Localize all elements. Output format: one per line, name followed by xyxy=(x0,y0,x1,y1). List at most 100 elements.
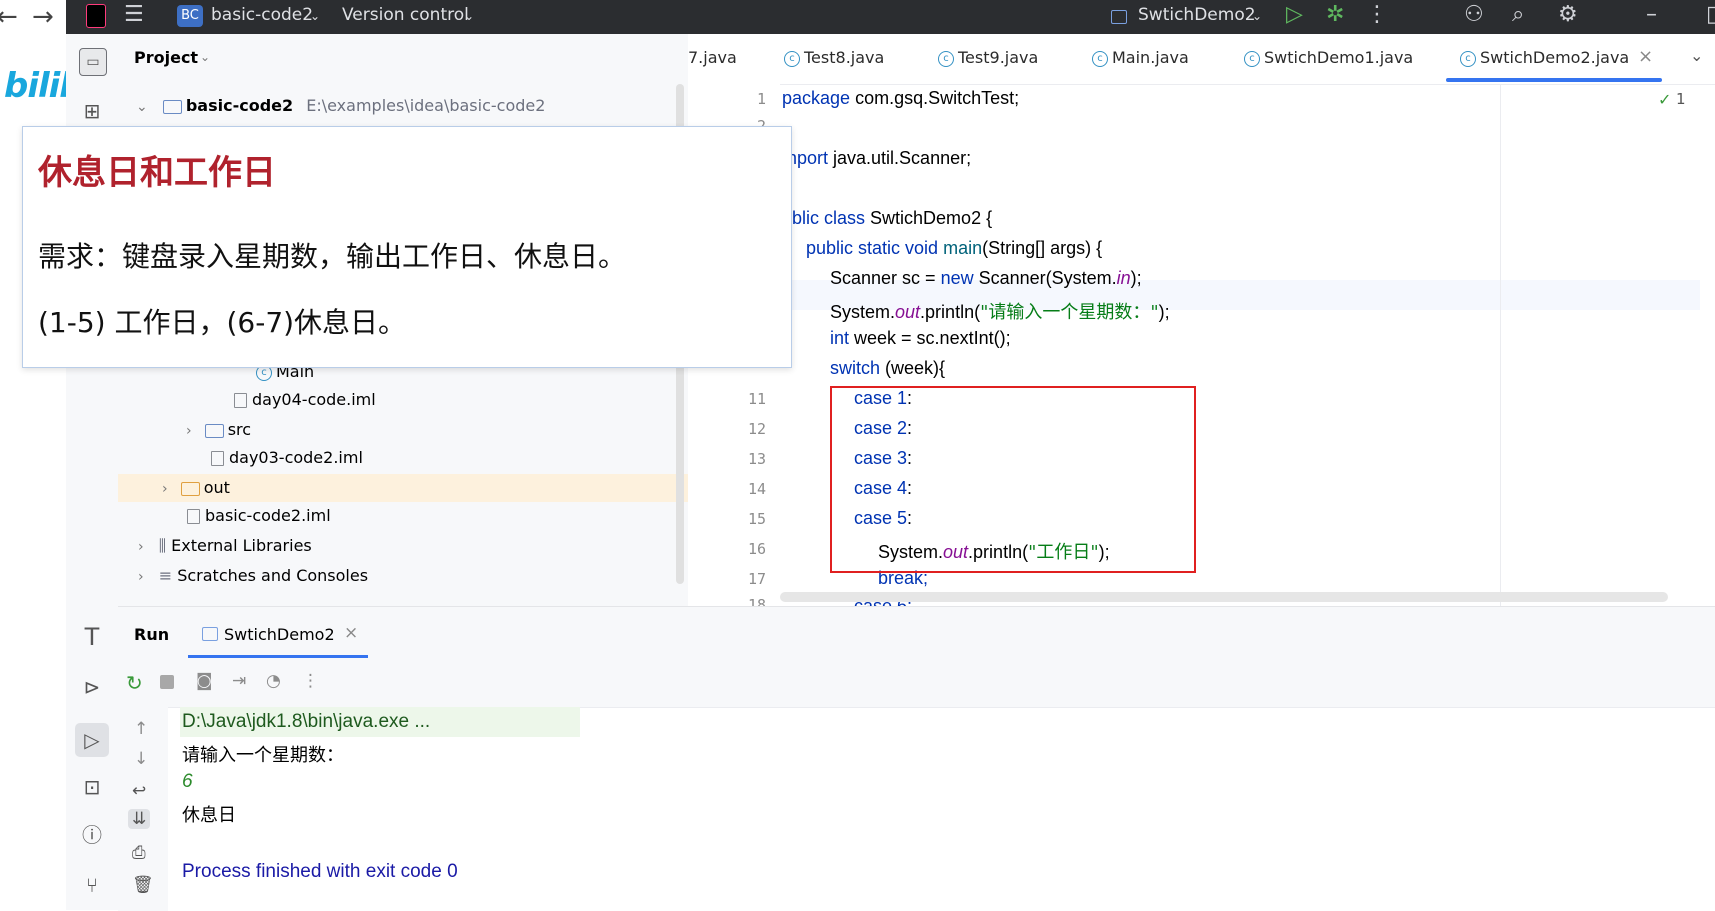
minimize-icon[interactable]: – xyxy=(1646,2,1657,27)
library-icon: ⫼ xyxy=(158,536,167,555)
screenshot-icon[interactable]: ◙ xyxy=(196,671,213,691)
code-line-7: Scanner sc = new Scanner(System.in); xyxy=(830,268,1142,289)
tree-item-src[interactable]: › src xyxy=(186,416,251,444)
root-name: basic-code2 xyxy=(185,96,294,115)
file-icon xyxy=(211,451,224,466)
tab-test9[interactable]: c Test9.java xyxy=(938,48,1038,67)
debug-icon[interactable]: ✲ xyxy=(1326,2,1344,27)
problems-icon[interactable]: ⓘ xyxy=(79,822,105,848)
code-text: Scanner(System. xyxy=(973,268,1117,288)
tree-item-label: External Libraries xyxy=(171,536,312,555)
run-config-icon xyxy=(1111,10,1127,24)
tab-7-java[interactable]: 7.java xyxy=(688,48,737,67)
keyword: int xyxy=(830,328,850,348)
project-badge[interactable]: BC xyxy=(177,5,203,27)
structure-icon[interactable]: ⊞ xyxy=(79,98,105,124)
method-name: main xyxy=(938,238,983,258)
add-user-icon[interactable]: ⚇ xyxy=(1464,2,1484,27)
chevron-right-icon: › xyxy=(186,423,192,439)
scroll-to-end-icon[interactable]: ⇊ xyxy=(128,809,151,829)
tabs-overflow-chevron-icon[interactable]: ⌄ xyxy=(1690,46,1703,65)
run-config-selector[interactable]: SwtichDemo2 xyxy=(1138,5,1256,25)
run-toolbar: ↻ ◙ ⇥ ◔ ⋮ xyxy=(118,659,1715,708)
run-panel-title[interactable]: Run xyxy=(134,625,169,644)
back-arrow-icon[interactable]: ← xyxy=(0,2,18,32)
tree-item-basic-iml[interactable]: basic-code2.iml xyxy=(187,502,331,530)
tab-label: Main.java xyxy=(1112,48,1189,67)
console-prompt: 请输入一个星期数： xyxy=(182,745,344,766)
annotation-title: 休息日和工作日 xyxy=(38,153,276,193)
active-tab-indicator xyxy=(1446,78,1662,82)
code-text: SwtichDemo2 { xyxy=(865,208,993,228)
tree-root[interactable]: ⌄ basic-code2 E:\examples\idea\basic-cod… xyxy=(136,92,545,120)
settings-gear-icon[interactable]: ⚙ xyxy=(1558,2,1578,27)
run-side-toolbar: ↑ ↓ ↩ ⇊ ⎙ 🗑 xyxy=(118,707,168,911)
class-icon: c xyxy=(1092,50,1108,67)
run-tool-window: Run SwtichDemo2 × ↻ ◙ ⇥ ◔ ⋮ ↑ ↓ ↩ ⇊ ⎙ 🗑 … xyxy=(118,606,1715,911)
tree-item-label: basic-code2.iml xyxy=(205,506,331,525)
active-run-tab-indicator xyxy=(188,655,368,658)
more-options-icon[interactable]: ⋮ xyxy=(302,671,319,691)
code-text: ); xyxy=(1158,302,1170,322)
more-options-icon[interactable]: ⋮ xyxy=(1366,2,1388,27)
terminal-icon[interactable]: ⊡ xyxy=(79,774,105,800)
code-text: java.util.Scanner; xyxy=(828,148,972,168)
text-format-icon[interactable]: T xyxy=(79,624,105,650)
services-icon[interactable]: ⊳ xyxy=(79,674,105,700)
root-path: E:\examples\idea\basic-code2 xyxy=(306,96,546,115)
code-text: week = sc.nextInt(); xyxy=(849,328,1011,348)
inspection-ok-icon[interactable]: ✓ xyxy=(1658,90,1671,109)
code-text: (week){ xyxy=(880,358,946,378)
lesson-annotation-card: 休息日和工作日 需求：键盘录入星期数，输出工作日、休息日。 (1-5) 工作日，… xyxy=(22,126,792,368)
close-run-tab-icon[interactable]: × xyxy=(344,623,358,643)
static-field: out xyxy=(895,302,921,322)
tab-label: SwtichDemo1.java xyxy=(1264,48,1414,67)
project-panel-title[interactable]: Project xyxy=(134,48,198,67)
project-switcher[interactable]: basic-code2 xyxy=(211,5,313,25)
forward-arrow-icon[interactable]: → xyxy=(32,2,54,32)
tab-main[interactable]: c Main.java xyxy=(1092,48,1189,67)
tree-item-day03-iml[interactable]: day03-code2.iml xyxy=(211,444,363,472)
rerun-icon[interactable]: ↻ xyxy=(126,671,143,695)
tree-item-scratches[interactable]: › ≡ Scratches and Consoles xyxy=(138,562,368,590)
tab-label: Test8.java xyxy=(804,48,885,67)
tree-item-out[interactable]: › out xyxy=(118,474,688,502)
maximize-icon[interactable]: □ xyxy=(1706,2,1715,27)
tab-test8[interactable]: c Test8.java xyxy=(784,48,884,67)
scratches-icon: ≡ xyxy=(158,566,173,585)
main-menu-icon[interactable]: ☰ xyxy=(124,2,144,27)
tree-item-day04-iml[interactable]: day04-code.iml xyxy=(234,386,376,414)
code-line-9: int week = sc.nextInt(); xyxy=(830,328,1011,349)
class-icon: c xyxy=(784,50,800,67)
project-folder-icon[interactable]: ▭ xyxy=(79,48,107,76)
run-icon[interactable]: ▷ xyxy=(1286,2,1303,27)
tab-swtichdemo1[interactable]: c SwtichDemo1.java xyxy=(1244,48,1413,67)
clear-output-icon[interactable]: 🗑 xyxy=(132,875,154,895)
soft-wrap-icon[interactable]: ↩ xyxy=(132,781,146,801)
search-icon[interactable]: ⌕ xyxy=(1512,2,1524,27)
restore-layout-icon[interactable]: ⇥ xyxy=(232,671,246,691)
scroll-up-icon[interactable]: ↑ xyxy=(134,719,148,739)
tree-item-label: Scratches and Consoles xyxy=(177,566,369,585)
console-result: 休息日 xyxy=(182,805,236,826)
ide-logo-icon[interactable] xyxy=(86,4,106,28)
print-icon[interactable]: ⎙ xyxy=(132,843,146,863)
code-text: com.gsq.SwitchTest; xyxy=(850,88,1020,108)
run-tab-swtichdemo2[interactable]: SwtichDemo2 xyxy=(224,625,335,644)
vcs-menu[interactable]: Version control xyxy=(342,5,469,25)
tab-swtichdemo2[interactable]: c SwtichDemo2.java xyxy=(1460,48,1629,67)
git-branch-icon[interactable]: ⑂ xyxy=(79,872,105,898)
excluded-folder-icon xyxy=(180,481,200,496)
editor-horizontal-scrollbar[interactable] xyxy=(780,592,1668,602)
code-text: ); xyxy=(1130,268,1142,288)
inspection-count[interactable]: 1 xyxy=(1676,90,1686,108)
close-tab-icon[interactable]: × xyxy=(1638,46,1653,67)
editor-tab-bar: 7.java c Test8.java c Test9.java c Main.jav… xyxy=(688,34,1715,85)
stop-icon[interactable] xyxy=(160,675,174,689)
code-text: System. xyxy=(830,302,896,322)
tree-item-external-libraries[interactable]: › ⫼ External Libraries xyxy=(138,532,312,560)
scroll-down-icon[interactable]: ↓ xyxy=(134,749,148,769)
run-tool-icon[interactable]: ▷ xyxy=(75,723,109,757)
coverage-icon[interactable]: ◔ xyxy=(266,671,281,691)
module-folder-icon xyxy=(162,99,182,114)
